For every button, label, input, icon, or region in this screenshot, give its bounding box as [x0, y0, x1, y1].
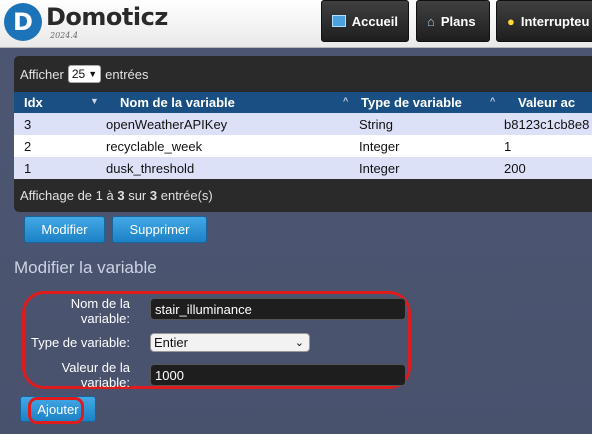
- type-field-label: Type de variable:: [30, 335, 130, 350]
- value-field-label: Valeur de la variable:: [61, 360, 130, 390]
- table-length-control: Afficher 25 ▼ entrées: [14, 56, 592, 92]
- nav-button-plans[interactable]: ⌂ Plans: [416, 0, 490, 42]
- column-header-label: Valeur ac: [518, 95, 576, 110]
- nav-button-accueil[interactable]: Accueil: [321, 0, 409, 42]
- table-row[interactable]: 3 openWeatherAPIKey String b8123c1cb8e8: [14, 113, 592, 135]
- show-label: Afficher: [20, 66, 64, 82]
- entries-label: entrées: [105, 66, 149, 82]
- cell-name: recyclable_week: [90, 135, 343, 157]
- column-header-value[interactable]: ^ Valeur ac: [482, 92, 592, 113]
- cell-idx: 2: [14, 135, 90, 157]
- logo-letter: D: [13, 8, 33, 36]
- name-field-label: Nom de la variable:: [70, 296, 130, 326]
- app-version: 2024.4: [50, 31, 78, 40]
- cell-type: Integer: [343, 135, 482, 157]
- cell-value: 200: [482, 157, 592, 179]
- variables-table: Idx ▼ Nom de la variable ^ Type de varia…: [14, 92, 592, 179]
- cell-value: b8123c1cb8e8: [482, 113, 592, 135]
- chevron-down-icon: ⌄: [294, 337, 304, 349]
- variable-value-input[interactable]: 1000: [150, 364, 406, 386]
- sort-desc-icon: ▼: [90, 96, 99, 106]
- domoticz-logo-icon[interactable]: D: [4, 3, 42, 41]
- cell-name: openWeatherAPIKey: [90, 113, 343, 135]
- nav-label-interrupteurs: Interrupteu: [520, 13, 590, 29]
- table-header-row: Idx ▼ Nom de la variable ^ Type de varia…: [14, 92, 592, 113]
- column-header-idx[interactable]: Idx: [14, 92, 90, 113]
- add-button-highlight-outline: [28, 397, 84, 424]
- column-header-name[interactable]: ▼ Nom de la variable: [90, 92, 343, 113]
- cell-idx: 1: [14, 157, 90, 179]
- cell-idx: 3: [14, 113, 90, 135]
- info-prefix: Affichage de: [20, 187, 96, 203]
- home-screen-icon: [332, 15, 346, 27]
- column-header-type[interactable]: ^ Type de variable: [343, 92, 482, 113]
- info-to: 3: [117, 187, 125, 203]
- table-row[interactable]: 1 dusk_threshold Integer 200: [14, 157, 592, 179]
- table-info: Affichage de 1 à 3 sur 3 entrée(s): [14, 179, 592, 211]
- page-length-select[interactable]: 25 ▼: [67, 65, 102, 83]
- nav-label-accueil: Accueil: [351, 13, 398, 29]
- info-from: 1: [95, 187, 103, 203]
- cell-type: String: [343, 113, 482, 135]
- table-row[interactable]: 2 recyclable_week Integer 1: [14, 135, 592, 157]
- info-mid2: sur: [124, 187, 150, 203]
- column-header-label: Type de variable: [361, 95, 462, 110]
- lightbulb-icon: ●: [507, 13, 515, 29]
- cell-type: Integer: [343, 157, 482, 179]
- chevron-down-icon: ▼: [88, 69, 98, 79]
- nav-button-interrupteurs[interactable]: ● Interrupteu: [496, 0, 592, 42]
- sort-asc-icon: ^: [490, 96, 496, 106]
- info-suffix: entrée(s): [157, 187, 213, 203]
- edit-section-title: Modifier la variable: [14, 258, 157, 277]
- house-icon: ⌂: [427, 13, 435, 29]
- page: D Domoticz 2024.4 Accueil ⌂ Plans ● Inte…: [0, 0, 592, 434]
- modify-button[interactable]: Modifier: [24, 216, 105, 243]
- sort-asc-icon: ^: [343, 96, 349, 106]
- page-length-value: 25: [71, 67, 86, 81]
- app-title: Domoticz: [46, 3, 168, 31]
- top-bar: D Domoticz 2024.4 Accueil ⌂ Plans ● Inte…: [0, 0, 592, 48]
- info-total: 3: [149, 187, 158, 203]
- variables-table-panel: Afficher 25 ▼ entrées Idx ▼ Nom de la va…: [14, 56, 592, 212]
- variable-type-value: Entier: [154, 335, 188, 350]
- column-header-label: Idx: [24, 95, 43, 110]
- cell-name: dusk_threshold: [90, 157, 343, 179]
- column-header-label: Nom de la variable: [120, 95, 235, 110]
- variable-type-select[interactable]: Entier ⌄: [150, 333, 310, 352]
- delete-button[interactable]: Supprimer: [112, 216, 207, 243]
- variable-name-input[interactable]: stair_illuminance: [150, 298, 406, 320]
- nav-label-plans: Plans: [440, 13, 476, 29]
- info-mid1: à: [102, 187, 118, 203]
- cell-value: 1: [482, 135, 592, 157]
